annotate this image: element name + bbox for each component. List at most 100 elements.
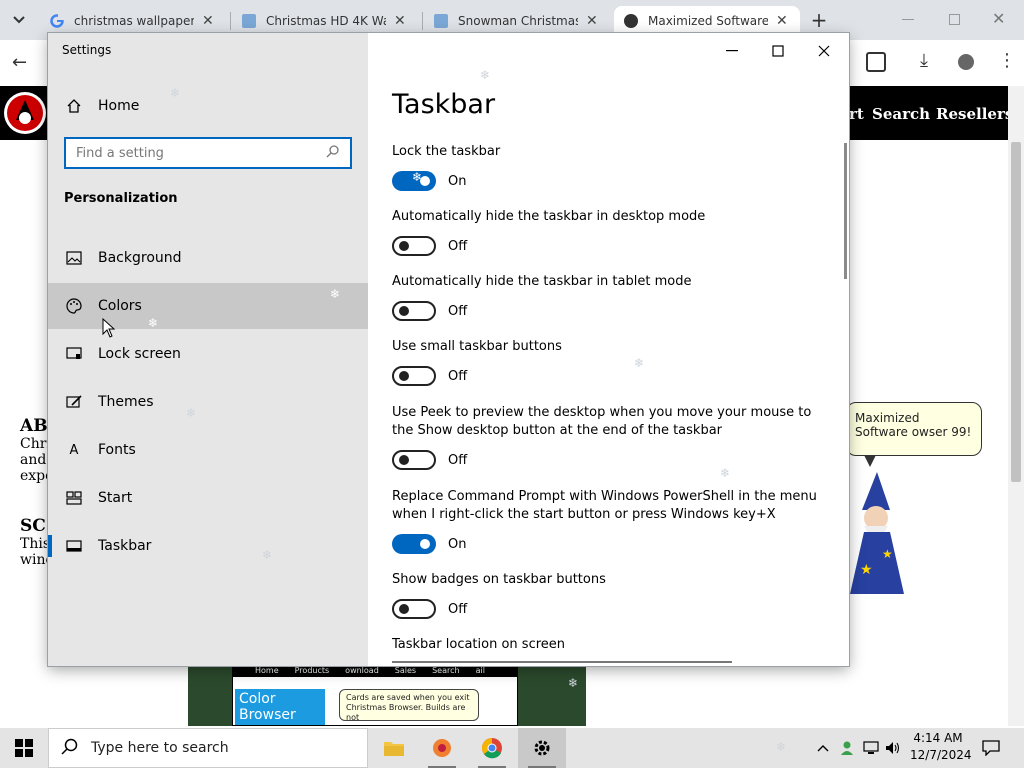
lock-screen-icon — [64, 344, 84, 364]
tab-separator — [230, 12, 231, 30]
image-site-icon — [242, 14, 256, 28]
sidebar-item-label: Start — [98, 490, 133, 506]
setting-label: Taskbar location on screen — [392, 637, 566, 652]
svg-text:★: ★ — [860, 562, 873, 578]
toggle-switch[interactable] — [392, 366, 436, 386]
tab-title: christmas wallpaper 19 — [74, 14, 194, 28]
start-button[interactable] — [0, 728, 48, 768]
bubble-tail — [864, 455, 876, 467]
folder-icon — [384, 742, 404, 756]
sidebar-item-start[interactable]: Start — [48, 475, 368, 521]
minimize-browser-icon[interactable] — [902, 19, 914, 20]
search-icon — [326, 144, 340, 162]
search-input[interactable] — [76, 145, 326, 161]
minimize-button[interactable] — [712, 39, 752, 63]
tab-close-icon[interactable]: ✕ — [202, 13, 214, 29]
profile-avatar-icon[interactable] — [958, 54, 974, 70]
toggle-switch[interactable] — [392, 534, 436, 554]
website-preview-strip: Home Products ownload Sales Search ail C… — [188, 664, 586, 726]
themes-brush-icon — [64, 392, 84, 412]
taskbar-chrome[interactable] — [468, 728, 516, 768]
setting-label: Automatically hide the taskbar in deskto… — [392, 209, 706, 224]
sidebar-item-lock-screen[interactable]: Lock screen — [48, 331, 368, 377]
setting-heading-location: Taskbar location on screen — [392, 636, 832, 654]
site-nav-search[interactable]: Search — [872, 105, 930, 123]
image-site-icon — [434, 14, 448, 28]
svg-text:★: ★ — [882, 547, 893, 561]
extension-puzzle-icon[interactable] — [866, 52, 886, 72]
setting-label: Replace Command Prompt with Windows Powe… — [392, 489, 817, 522]
setting-autohide-tablet: Automatically hide the taskbar in tablet… — [392, 273, 832, 321]
setting-label: Use small taskbar buttons — [392, 339, 562, 354]
preview-nav-item: Home — [255, 666, 279, 675]
tab-title: Christmas HD 4K Wallp — [266, 14, 386, 28]
toggle-switch[interactable] — [392, 171, 436, 191]
close-browser-icon[interactable]: ✕ — [992, 9, 1005, 28]
preview-nav-item: ail — [475, 666, 485, 675]
settings-content: Taskbar Lock the taskbar On Automaticall… — [368, 33, 849, 666]
setting-peek: Use Peek to preview the desktop when you… — [392, 404, 832, 470]
content-horizontal-scrollbar[interactable] — [392, 661, 732, 663]
gear-icon — [534, 740, 550, 756]
sidebar-item-colors[interactable]: Colors — [48, 283, 368, 329]
new-tab-button[interactable]: + — [808, 8, 830, 32]
window-title: Settings — [62, 43, 112, 57]
restore-browser-icon[interactable] — [949, 14, 960, 25]
sidebar-item-background[interactable]: Background — [48, 235, 368, 281]
tray-user-icon[interactable] — [838, 738, 856, 758]
fonts-icon: A — [69, 442, 79, 458]
taskbar-search-box[interactable]: Type here to search — [48, 728, 368, 768]
sidebar-item-home[interactable]: Home — [48, 83, 368, 129]
tray-volume-icon[interactable] — [884, 738, 902, 758]
back-arrow-icon[interactable]: ← — [12, 52, 27, 73]
toggle-switch[interactable] — [392, 301, 436, 321]
site-nav-item[interactable]: rt — [849, 105, 864, 123]
taskbar-clock[interactable]: 4:14 AM 12/7/2024 — [910, 730, 972, 764]
browser-tab-active[interactable]: Maximized Software C ✕ — [614, 6, 800, 36]
toggle-switch[interactable] — [392, 236, 436, 256]
preview-nav-item: Search — [432, 666, 460, 675]
tray-chevron-up-icon[interactable] — [814, 738, 832, 758]
notification-center-icon[interactable] — [982, 738, 1000, 758]
tab-close-icon[interactable]: ✕ — [586, 13, 598, 29]
taskbar-file-explorer[interactable] — [370, 728, 418, 768]
page-title: Taskbar — [392, 89, 496, 120]
preview-nav-item: Sales — [394, 666, 417, 675]
setting-label: Use Peek to preview the desktop when you… — [392, 405, 812, 438]
close-button[interactable] — [804, 39, 844, 63]
settings-sidebar: Settings Home Personalization Background — [48, 33, 368, 666]
tab-list-button[interactable] — [8, 10, 30, 30]
taskbar-settings[interactable] — [518, 728, 566, 768]
sidebar-item-fonts[interactable]: A Fonts — [48, 427, 368, 473]
setting-badges: Show badges on taskbar buttons Off — [392, 571, 832, 619]
browser-tab[interactable]: christmas wallpaper 19 ✕ — [40, 6, 226, 36]
windows-taskbar: Type here to search 4:14 AM 12/7/2024 — [0, 728, 1024, 768]
preview-nav: Home Products ownload Sales Search ail — [233, 665, 517, 677]
settings-search-box[interactable] — [64, 137, 352, 169]
preview-tooltip: Cards are saved when you exit Christmas … — [339, 689, 479, 722]
content-scrollbar[interactable] — [844, 143, 847, 279]
sidebar-item-taskbar[interactable]: Taskbar — [48, 523, 368, 569]
browser-tab[interactable]: Christmas HD 4K Wallp ✕ — [232, 6, 418, 36]
tab-close-icon[interactable]: ✕ — [776, 13, 788, 29]
site-nav-resellers[interactable]: Resellers — [936, 105, 1013, 123]
toggle-switch[interactable] — [392, 599, 436, 619]
preview-frame: Home Products ownload Sales Search ail C… — [232, 664, 518, 726]
toggle-switch[interactable] — [392, 450, 436, 470]
christmas-browser-icon — [433, 739, 451, 757]
site-logo-icon — [4, 92, 46, 134]
taskbar-christmas-browser[interactable] — [418, 728, 466, 768]
tab-close-icon[interactable]: ✕ — [394, 13, 406, 29]
scroll-thumb[interactable] — [1011, 142, 1021, 482]
preview-brand: Color Browser — [235, 689, 325, 725]
tray-network-icon[interactable] — [862, 738, 880, 758]
tab-title: Maximized Software C — [648, 14, 768, 28]
website-scrollbar[interactable] — [1008, 86, 1024, 726]
maximize-button[interactable] — [758, 39, 798, 63]
browser-tab[interactable]: Snowman Christmas W ✕ — [424, 6, 610, 36]
sidebar-item-themes[interactable]: Themes — [48, 379, 368, 425]
browser-menu-icon[interactable]: ⋮ — [998, 50, 1016, 71]
downloads-icon[interactable]: ⤓ — [920, 50, 928, 71]
toggle-state: Off — [448, 452, 468, 468]
setting-powershell: Replace Command Prompt with Windows Powe… — [392, 488, 832, 554]
